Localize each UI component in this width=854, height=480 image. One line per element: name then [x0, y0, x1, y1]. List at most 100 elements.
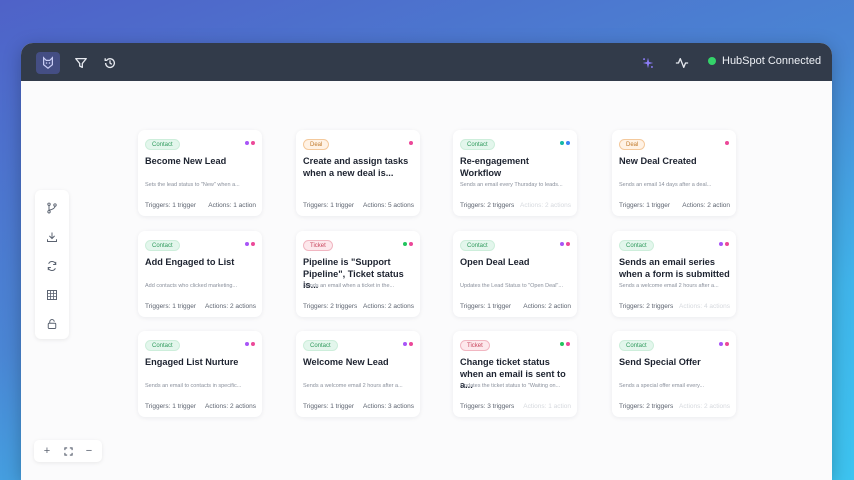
card-description: Updates the ticket status to "Waiting on…	[460, 383, 561, 389]
history-icon[interactable]	[98, 52, 122, 74]
status-dots	[560, 242, 570, 246]
connection-status: HubSpot Connected	[708, 55, 821, 67]
status-dot	[719, 342, 723, 346]
status-dot	[719, 242, 723, 246]
app-window: HubSpot Connected + − Contact Become New …	[21, 43, 832, 480]
status-dot	[403, 242, 407, 246]
status-dot	[560, 242, 564, 246]
type-badge: Contact	[460, 139, 495, 150]
app-logo-icon[interactable]	[36, 52, 60, 74]
workflow-card[interactable]: Contact Sends an email series when a form…	[612, 231, 736, 317]
card-description: Sends an email every Thursday to leads..…	[460, 182, 563, 188]
card-triggers: Triggers: 2 triggers	[460, 202, 515, 209]
status-dot	[725, 242, 729, 246]
type-badge: Deal	[303, 139, 330, 150]
workflow-card[interactable]: Contact Engaged List Nurture Sends an emai…	[138, 331, 262, 417]
card-title: Welcome New Lead	[303, 357, 389, 367]
card-triggers: Triggers: 1 trigger	[145, 403, 197, 410]
card-actions: Actions: 2 actions	[205, 303, 256, 310]
card-description: Sends an email when a ticket in the...	[303, 283, 395, 289]
status-dot	[566, 242, 570, 246]
activity-icon[interactable]	[670, 52, 694, 74]
filter-icon[interactable]	[69, 52, 93, 74]
zoom-controls: + −	[34, 440, 102, 462]
lock-icon[interactable]	[44, 316, 60, 332]
status-dots	[719, 242, 729, 246]
card-actions: Actions: 1 action	[208, 202, 256, 209]
card-title: Sends an email series when a form is sub…	[619, 257, 730, 279]
workflow-card[interactable]: Contact Send Special Offer Sends a special…	[612, 331, 736, 417]
card-actions: Actions: 2 action	[682, 202, 730, 209]
status-dots	[725, 141, 729, 145]
status-dot	[251, 141, 255, 145]
refresh-icon[interactable]	[44, 258, 60, 274]
card-description: Add contacts who clicked marketing...	[145, 283, 238, 289]
zoom-in-button[interactable]: +	[39, 443, 55, 459]
workflow-card[interactable]: Contact Re-engagement Workflow Sends an em…	[453, 130, 577, 216]
card-description: Sends an email to contacts in specific..…	[145, 383, 242, 389]
status-dot	[725, 141, 729, 145]
type-badge: Contact	[145, 340, 180, 351]
ai-sparkle-icon[interactable]	[636, 52, 660, 74]
card-triggers: Triggers: 1 trigger	[303, 202, 355, 209]
type-badge: Ticket	[460, 340, 490, 351]
card-title: Send Special Offer	[619, 357, 701, 367]
status-dot	[403, 342, 407, 346]
card-triggers: Triggers: 1 trigger	[460, 303, 512, 310]
card-title: Re-engagement Workflow	[460, 156, 529, 178]
type-badge: Deal	[619, 139, 646, 150]
type-badge: Contact	[145, 139, 180, 150]
card-actions: Actions: 2 actions	[363, 303, 414, 310]
status-dots	[403, 342, 413, 346]
status-dot	[566, 141, 570, 145]
workflow-card[interactable]: Contact Open Deal Lead Updates the Lead St…	[453, 231, 577, 317]
workflow-card[interactable]: Ticket Pipeline is "Support Pipeline", Ti…	[296, 231, 420, 317]
side-toolbar	[35, 190, 69, 339]
status-dots	[560, 141, 570, 145]
workflow-card[interactable]: Deal New Deal Created Sends an email 14 da…	[612, 130, 736, 216]
branch-icon[interactable]	[44, 200, 60, 216]
card-triggers: Triggers: 1 trigger	[145, 303, 197, 310]
status-dot	[708, 57, 716, 65]
card-title: Create and assign tasks when a new deal …	[303, 156, 409, 178]
card-triggers: Triggers: 2 triggers	[303, 303, 358, 310]
card-title: New Deal Created	[619, 156, 697, 166]
card-actions: Actions: 2 actions	[205, 403, 256, 410]
workflow-card[interactable]: Deal Create and assign tasks when a new d…	[296, 130, 420, 216]
status-dot	[251, 242, 255, 246]
status-dot	[245, 141, 249, 145]
type-badge: Contact	[619, 340, 654, 351]
grid-icon[interactable]	[44, 287, 60, 303]
download-icon[interactable]	[44, 229, 60, 245]
fit-screen-icon[interactable]	[60, 443, 76, 459]
workflow-card[interactable]: Contact Add Engaged to List Add contacts w…	[138, 231, 262, 317]
workflow-card[interactable]: Contact Welcome New Lead Sends a welcome e…	[296, 331, 420, 417]
card-title: Engaged List Nurture	[145, 357, 239, 367]
status-dots	[409, 141, 413, 145]
card-title: Open Deal Lead	[460, 257, 530, 267]
type-badge: Contact	[619, 240, 654, 251]
top-bar: HubSpot Connected	[21, 43, 832, 81]
card-actions: Actions: 2 action	[523, 303, 571, 310]
status-dot	[409, 242, 413, 246]
zoom-out-button[interactable]: −	[81, 443, 97, 459]
status-text: HubSpot Connected	[722, 55, 822, 67]
status-dot	[245, 342, 249, 346]
workflow-card[interactable]: Contact Become New Lead Sets the lead stat…	[138, 130, 262, 216]
status-dots	[245, 141, 255, 145]
card-triggers: Triggers: 2 triggers	[619, 403, 674, 410]
status-dot	[560, 342, 564, 346]
card-triggers: Triggers: 3 triggers	[460, 403, 515, 410]
card-triggers: Triggers: 1 trigger	[619, 202, 671, 209]
status-dots	[403, 242, 413, 246]
type-badge: Contact	[460, 240, 495, 251]
status-dots	[245, 242, 255, 246]
workflow-card[interactable]: Ticket Change ticket status when an email…	[453, 331, 577, 417]
card-actions: Actions: 5 actions	[363, 202, 414, 209]
status-dot	[409, 342, 413, 346]
card-title: Become New Lead	[145, 156, 227, 166]
card-actions: Actions: 3 actions	[363, 403, 414, 410]
status-dot	[560, 141, 564, 145]
type-badge: Contact	[303, 340, 338, 351]
card-triggers: Triggers: 1 trigger	[303, 403, 355, 410]
